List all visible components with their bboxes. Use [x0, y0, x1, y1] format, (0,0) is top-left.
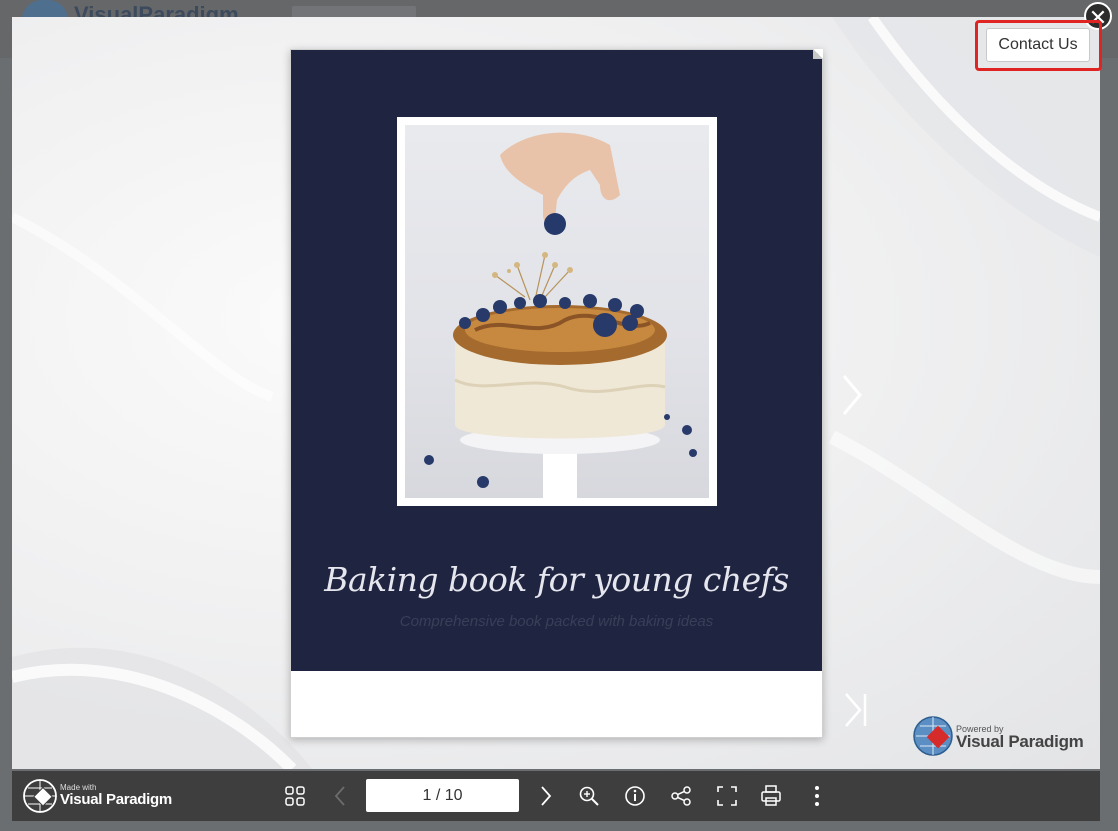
book-subtitle: Comprehensive book packed with baking id… — [399, 613, 714, 630]
made-with-logo[interactable]: Made with Visual Paradigm — [22, 776, 192, 816]
prev-page-icon[interactable] — [328, 783, 354, 809]
next-page-icon[interactable] — [532, 783, 558, 809]
page-number-input[interactable]: 1 / 10 — [366, 779, 519, 812]
visual-paradigm-globe-icon — [913, 716, 953, 756]
flipbook-viewer: Baking book for young chefs Comprehensiv… — [12, 17, 1100, 769]
made-with-brand: Visual Paradigm — [60, 791, 172, 808]
powered-by-brand: Visual Paradigm — [956, 732, 1084, 751]
viewer-toolbar: Made with Visual Paradigm 1 / 10 — [12, 771, 1100, 821]
book-page: Baking book for young chefs Comprehensiv… — [290, 49, 823, 738]
page-corner-fold[interactable] — [813, 49, 823, 59]
powered-by-logo[interactable]: Powered by Visual Paradigm — [912, 714, 1092, 758]
made-with-globe-icon — [23, 779, 57, 813]
more-icon[interactable] — [804, 783, 830, 809]
info-icon[interactable] — [622, 783, 648, 809]
cover-photo-frame — [397, 117, 717, 506]
zoom-in-icon[interactable] — [576, 783, 602, 809]
print-icon[interactable] — [758, 783, 784, 809]
cake-photo — [405, 125, 709, 498]
last-page-arrow-icon[interactable] — [840, 690, 870, 730]
book-title: Baking book for young chefs — [324, 560, 789, 599]
next-page-arrow-icon[interactable] — [836, 372, 866, 418]
book-cover: Baking book for young chefs Comprehensiv… — [291, 50, 822, 671]
contact-us-button[interactable]: Contact Us — [986, 28, 1090, 62]
thumbnails-icon[interactable] — [282, 783, 308, 809]
fullscreen-icon[interactable] — [714, 783, 740, 809]
share-icon[interactable] — [668, 783, 694, 809]
